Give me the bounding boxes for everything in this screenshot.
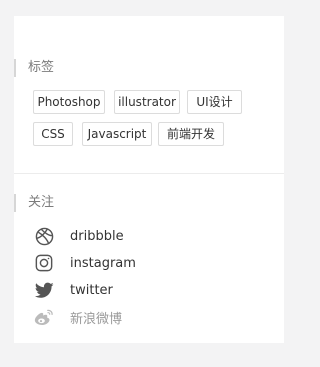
weibo-icon bbox=[34, 307, 54, 327]
tag-photoshop[interactable]: Photoshop bbox=[33, 90, 105, 114]
follow-twitter-link[interactable]: twitter bbox=[34, 279, 113, 301]
follow-label-instagram: instagram bbox=[70, 255, 136, 271]
tag-javascript[interactable]: Javascript bbox=[82, 122, 152, 146]
tag-ui-design[interactable]: UI设计 bbox=[187, 90, 242, 114]
tag-css[interactable]: CSS bbox=[33, 122, 73, 146]
tag-frontend[interactable]: 前端开发 bbox=[158, 122, 224, 146]
follow-dribbble-link[interactable]: dribbble bbox=[34, 225, 124, 247]
sidebar-card: 标签 Photoshop illustrator UI设计 CSS Javasc… bbox=[14, 16, 284, 343]
follow-instagram-link[interactable]: instagram bbox=[34, 252, 136, 274]
instagram-icon bbox=[34, 253, 54, 273]
tags-section-title: 标签 bbox=[14, 59, 54, 77]
follow-label-twitter: twitter bbox=[70, 282, 113, 298]
follow-label-weibo: 新浪微博 bbox=[70, 311, 123, 327]
dribbble-icon bbox=[34, 226, 54, 246]
section-divider bbox=[14, 173, 284, 174]
tag-illustrator[interactable]: illustrator bbox=[114, 90, 180, 114]
follow-label-dribbble: dribbble bbox=[70, 228, 124, 244]
twitter-icon bbox=[34, 280, 54, 300]
follow-weibo-link[interactable]: 新浪微博 bbox=[34, 306, 122, 328]
follow-section-title: 关注 bbox=[14, 194, 54, 212]
